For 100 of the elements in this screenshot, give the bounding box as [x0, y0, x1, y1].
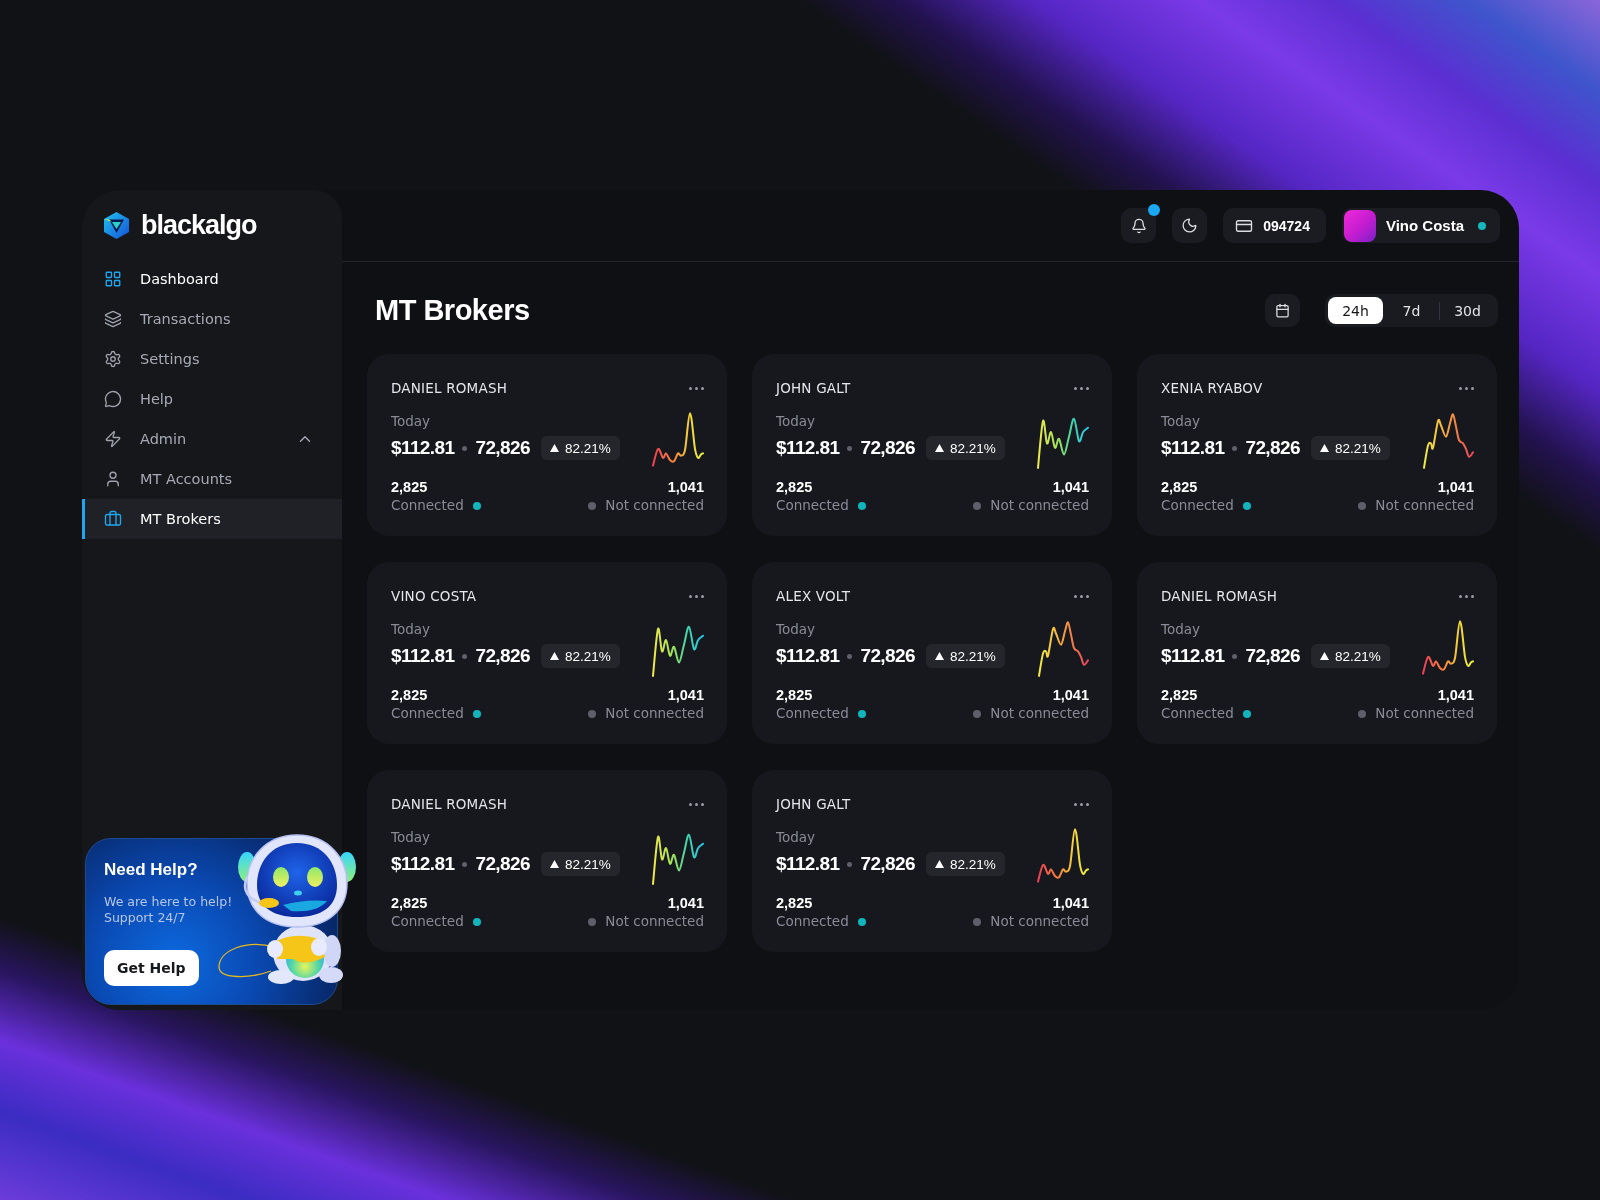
status-label: Not connected	[1375, 497, 1474, 514]
more-icon[interactable]	[1459, 386, 1474, 390]
change-value: 82.21%	[564, 856, 611, 872]
amount-value: $112.81	[391, 645, 455, 667]
triangle-up-icon	[934, 652, 944, 660]
brand-name: blackalgo	[141, 211, 257, 240]
nav-item[interactable]: MT Accounts	[82, 459, 342, 499]
change-value: 82.21%	[1334, 648, 1381, 664]
separator-dot-icon	[847, 653, 853, 659]
amount-value: $112.81	[776, 437, 840, 459]
triangle-up-icon	[1319, 652, 1329, 660]
count-value: 2,825	[1161, 687, 1198, 704]
count-value: 1,041	[1052, 895, 1089, 912]
broker-name: DANIEL ROMASH	[391, 380, 508, 396]
get-help-button[interactable]: Get Help	[104, 950, 199, 986]
broker-name: XENIA RYABOV	[1161, 380, 1263, 396]
nav-item[interactable]: Settings	[82, 339, 342, 379]
triangle-up-icon	[1319, 444, 1329, 452]
broker-name: VINO COSTA	[391, 588, 477, 604]
nav-item[interactable]: Help	[82, 379, 342, 419]
volume-value: 72,826	[475, 853, 530, 875]
lightning-icon	[104, 430, 122, 448]
triangle-up-icon	[549, 444, 559, 452]
period-label: Today	[391, 413, 432, 429]
time-range-tab[interactable]: 7d	[1384, 297, 1439, 324]
triangle-up-icon	[934, 860, 944, 868]
change-value: 82.21%	[1334, 440, 1381, 456]
volume-value: 72,826	[860, 645, 915, 667]
count-value: 1,041	[1437, 687, 1474, 704]
broker-name: DANIEL ROMASH	[1161, 588, 1278, 604]
status-label: Not connected	[990, 497, 1089, 514]
volume-value: 72,826	[475, 645, 530, 667]
more-icon[interactable]	[689, 386, 704, 390]
count-value: 2,825	[776, 895, 813, 912]
account-id-button[interactable]: 094724	[1223, 208, 1326, 243]
broker-name: DANIEL ROMASH	[391, 796, 508, 812]
separator-dot-icon	[847, 445, 853, 451]
count-value: 2,825	[1161, 479, 1198, 496]
amount-value: $112.81	[1161, 437, 1225, 459]
amount-value: $112.81	[776, 645, 840, 667]
period-label: Today	[776, 413, 817, 429]
period-label: Today	[1161, 621, 1202, 637]
period-label: Today	[776, 829, 817, 845]
status-label: Not connected	[605, 705, 704, 722]
more-icon[interactable]	[689, 802, 704, 806]
triangle-up-icon	[549, 860, 559, 868]
bell-icon	[1130, 217, 1147, 234]
status-label: Not connected	[605, 497, 704, 514]
calendar-icon	[1275, 303, 1290, 318]
count-value: 2,825	[391, 687, 428, 704]
theme-toggle-button[interactable]	[1172, 208, 1208, 243]
broker-name: JOHN GALT	[776, 380, 851, 396]
change-value: 82.21%	[949, 440, 996, 456]
nav-item[interactable]: MT Brokers	[82, 499, 342, 539]
more-icon[interactable]	[689, 594, 704, 598]
status-label: Connected	[1161, 497, 1234, 514]
separator-dot-icon	[1232, 653, 1238, 659]
status-label: Connected	[1161, 705, 1234, 722]
separator-dot-icon	[1232, 445, 1238, 451]
volume-value: 72,826	[860, 853, 915, 875]
grid-icon	[104, 270, 122, 288]
count-value: 1,041	[1052, 687, 1089, 704]
change-value: 82.21%	[564, 440, 611, 456]
more-icon[interactable]	[1459, 594, 1474, 598]
more-icon[interactable]	[1074, 594, 1089, 598]
status-label: Connected	[776, 497, 849, 514]
amount-value: $112.81	[1161, 645, 1225, 667]
period-label: Today	[391, 621, 432, 637]
page-title: MT Brokers	[375, 294, 530, 327]
more-icon[interactable]	[1074, 802, 1089, 806]
broker-name: ALEX VOLT	[776, 588, 851, 604]
amount-value: $112.81	[391, 437, 455, 459]
avatar-placeholder	[1343, 209, 1376, 242]
chat-bubble-icon	[104, 390, 122, 408]
logo-icon	[102, 211, 131, 240]
period-label: Today	[391, 829, 432, 845]
status-label: Not connected	[1375, 705, 1474, 722]
status-label: Not connected	[990, 913, 1089, 930]
count-value: 1,041	[667, 479, 704, 496]
more-icon[interactable]	[1074, 386, 1089, 390]
triangle-up-icon	[549, 652, 559, 660]
separator-dot-icon	[462, 653, 468, 659]
status-label: Connected	[391, 913, 464, 930]
nav-item[interactable]: Transactions	[82, 299, 342, 339]
change-value: 82.21%	[949, 856, 996, 872]
time-range-tab[interactable]: 30d	[1440, 297, 1495, 324]
settings-icon	[104, 350, 122, 368]
change-value: 82.21%	[949, 648, 996, 664]
help-text: We are here to help! Support 24/7	[104, 894, 234, 926]
nav-item[interactable]: Dashboard	[82, 259, 342, 299]
user-menu-button[interactable]: Vino Costa	[1341, 208, 1500, 243]
amount-value: $112.81	[391, 853, 455, 875]
status-label: Connected	[776, 705, 849, 722]
time-range-tab[interactable]: 24h	[1328, 297, 1383, 324]
amount-value: $112.81	[776, 853, 840, 875]
volume-value: 72,826	[1245, 645, 1300, 667]
calendar-button[interactable]	[1265, 294, 1300, 327]
status-label: Connected	[391, 705, 464, 722]
separator-dot-icon	[462, 861, 468, 867]
nav-item[interactable]: Admin	[82, 419, 296, 459]
